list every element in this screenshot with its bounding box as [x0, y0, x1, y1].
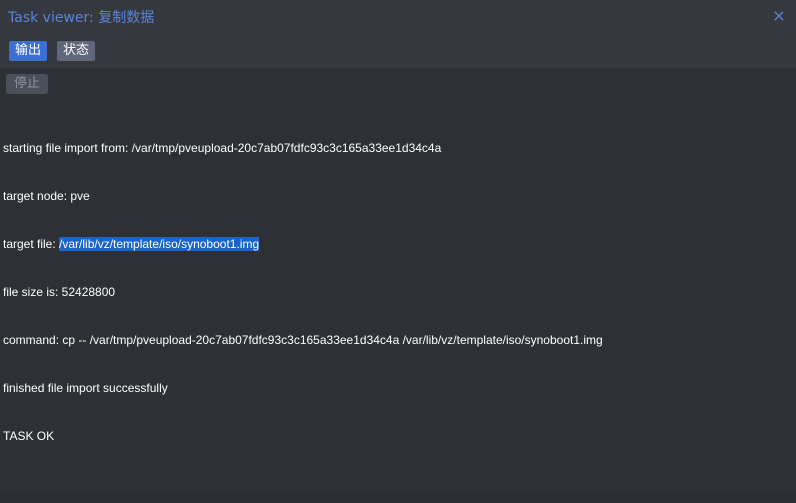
log-line-prefix: target file:	[3, 237, 60, 251]
log-line: starting file import from: /var/tmp/pveu…	[3, 141, 442, 155]
log-line: file size is: 52428800	[3, 285, 116, 299]
tab-output[interactable]: 输出	[9, 41, 48, 61]
stop-button[interactable]: 停止	[6, 74, 49, 94]
log-line: finished file import successfully	[3, 381, 168, 395]
log-output-panel[interactable]: starting file import from: /var/tmp/pveu…	[0, 104, 796, 494]
bottom-strip	[0, 494, 796, 503]
toolbar: 停止	[0, 68, 796, 104]
log-lines: starting file import from: /var/tmp/pveu…	[3, 108, 603, 476]
tab-status[interactable]: 状态	[57, 41, 96, 61]
selected-text: /var/lib/vz/template/iso/synoboot1.img	[59, 237, 260, 251]
log-line: TASK OK	[3, 429, 55, 443]
close-icon[interactable]: ×	[772, 8, 786, 24]
title-bar: Task viewer: 复制数据 ×	[0, 0, 796, 36]
task-viewer-window: Task viewer: 复制数据 × 输出 状态 停止 starting fi…	[0, 0, 796, 503]
tab-bar: 输出 状态	[0, 36, 796, 68]
log-line: target node: pve	[3, 189, 90, 203]
log-line: command: cp -- /var/tmp/pveupload-20c7ab…	[3, 333, 603, 347]
window-title: Task viewer: 复制数据	[8, 10, 155, 26]
log-line: target file: /var/lib/vz/template/iso/sy…	[3, 236, 603, 252]
